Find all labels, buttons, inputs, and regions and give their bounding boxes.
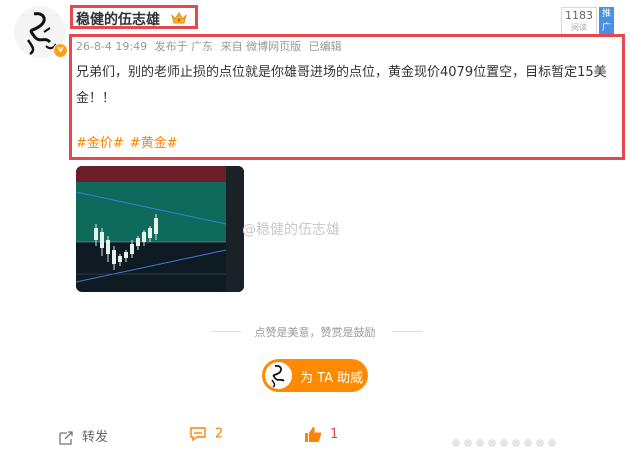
trading-chart-image [76, 166, 244, 292]
promote-button[interactable]: 推广 [599, 7, 614, 35]
read-count-label: 阅读 [571, 23, 587, 32]
forward-button[interactable]: 转发 [58, 426, 108, 446]
post-edited[interactable]: 已编辑 [309, 40, 342, 53]
comment-icon [190, 427, 206, 442]
post-meta: 26-8-4 19:49 发布于 广东 来自 微博网页版 已编辑 [76, 38, 346, 54]
reward-motto: 点赞是美意，赞赏是鼓励 [254, 326, 376, 339]
post-time[interactable]: 26-8-4 19:49 [76, 40, 147, 53]
thumbs-up-icon [305, 427, 322, 442]
tip-avatar [265, 362, 292, 389]
topic-tag-gold[interactable]: #黄金# [130, 136, 178, 151]
post-tags: #金价# #黄金# [76, 132, 184, 151]
author-name[interactable]: 稳健的伍志雄 [76, 9, 160, 29]
crown-badge-icon [171, 12, 187, 24]
verified-badge-icon: v [53, 43, 68, 58]
tip-button-label: 为 TA 助威 [300, 371, 364, 386]
topic-tag-gold-price[interactable]: #金价# [76, 136, 124, 151]
post-source: 来自 微博网页版 [220, 40, 302, 53]
calligraphy-logo-icon [271, 364, 285, 388]
post-image[interactable] [76, 166, 244, 292]
read-count-box: 1183 阅读 [561, 7, 597, 35]
like-button[interactable]: 1 [304, 426, 338, 443]
post-text: 兄弟们，别的老师止损的点位就是你雄哥进场的点位，黄金现价4079位置空，目标暂定… [76, 65, 607, 106]
read-count: 1183 [565, 9, 593, 22]
like-count: 1 [330, 427, 339, 442]
forward-label: 转发 [82, 430, 109, 445]
post-location: 发布于 广东 [154, 40, 214, 53]
forward-icon [59, 430, 73, 445]
tip-button[interactable]: 为 TA 助威 [262, 359, 368, 392]
image-watermark: @稳健的伍志雄 [242, 222, 340, 238]
comment-count: 2 [215, 426, 224, 442]
comment-button[interactable]: 2 [189, 426, 223, 442]
more-loading-dots [452, 432, 560, 451]
